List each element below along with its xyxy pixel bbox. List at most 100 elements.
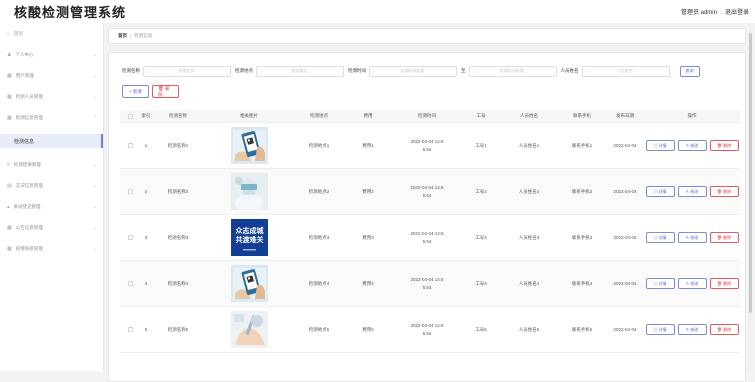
related-image[interactable]: 众志成城 共渡难关 xyxy=(230,219,268,256)
search-placeholder: 检测时间结束 xyxy=(499,68,524,73)
row-checkbox[interactable] xyxy=(127,235,133,240)
breadcrumb-home[interactable]: 首页 xyxy=(118,33,127,39)
sidebar-item-2[interactable]: ▦ 用户管理 ⌄ xyxy=(0,71,103,80)
sidebar-item-1[interactable]: ♟ 个人中心 ⌄ xyxy=(0,50,103,59)
sidebar-item-label: 检测人员管理 xyxy=(15,93,43,99)
edit-button[interactable]: ✎ 修改 xyxy=(677,140,707,151)
detail-button[interactable]: ▤ 详情 xyxy=(645,324,675,335)
related-image[interactable] xyxy=(230,265,268,302)
page-scrollbar[interactable] xyxy=(748,23,753,371)
column-header: 费用 xyxy=(363,113,373,118)
column-header: 索引 xyxy=(141,113,151,118)
batch-delete-button[interactable]: 🗑 删除 xyxy=(152,85,179,98)
cell-fee: 费用1 xyxy=(362,142,374,148)
search-icon: ○ xyxy=(260,68,263,74)
cell-time: 2022-04-04 14:5 5:54 xyxy=(392,230,462,246)
search-icon: ○ xyxy=(472,68,476,74)
app-title: 核酸检测管理系统 xyxy=(14,6,127,21)
search-placeholder: 人员姓名 xyxy=(616,68,633,73)
sidebar-item-label: 公告信息管理 xyxy=(15,224,43,230)
cell-time: 2022-04-04 14:5 5:54 xyxy=(392,184,462,200)
cell-name: 检测名称5 xyxy=(167,326,189,332)
edit-button[interactable]: ✎ 修改 xyxy=(677,232,707,243)
column-header: 工号 xyxy=(476,113,486,118)
query-button[interactable]: 查询 xyxy=(679,65,700,77)
cell-phone: 联系手机4 xyxy=(571,280,593,286)
cell-image xyxy=(204,127,294,164)
search-input[interactable]: ○ 检测地点 xyxy=(256,65,344,77)
search-input[interactable]: ○ 检测时间结束 xyxy=(468,65,557,77)
cell-person: 人员姓名4 xyxy=(518,280,540,286)
delete-button[interactable]: 🗑 删除 xyxy=(709,278,739,289)
content-panel: 检测名称 ○ 检测名称 检测地点 ○ 检测地点 检测时间 ○ 检测时间起始至 ○ 检测时间结束 人员姓… xyxy=(108,52,746,382)
delete-button[interactable]: 🗑 删除 xyxy=(709,232,739,243)
add-button[interactable]: + 新增 xyxy=(122,85,149,98)
sidebar-item-label: 来访登记管理 xyxy=(13,203,41,209)
delete-button[interactable]: 🗑 删除 xyxy=(709,140,739,151)
search-label: 检测地点 xyxy=(235,68,253,73)
sidebar-item-3[interactable]: ▦ 检测人员管理 ⌄ xyxy=(0,92,103,101)
sidebar-item-4[interactable]: ▦ 检测信息管理 ⌃ xyxy=(0,113,103,122)
cell-time: 2022-04-04 14:5 5:54 xyxy=(392,138,462,154)
sidebar-item-9[interactable]: ▦ 疫情防疫管理 ⌄ xyxy=(0,244,103,253)
select-all-checkbox[interactable] xyxy=(127,113,133,119)
sidebar-item-0[interactable]: ⌂ 首页 xyxy=(0,29,103,38)
sidebar-item-label: 个人中心 xyxy=(15,51,34,57)
search-placeholder: 检测名称 xyxy=(178,68,195,73)
row-checkbox[interactable] xyxy=(127,281,133,286)
cell-image xyxy=(204,173,294,210)
column-header: 人员姓名 xyxy=(520,113,538,118)
sidebar-item-8[interactable]: ▦ 公告信息管理 ⌄ xyxy=(0,223,103,232)
cell-employee-no: 工号4 xyxy=(475,280,487,286)
cell-person: 人员姓名1 xyxy=(518,142,540,148)
row-checkbox[interactable] xyxy=(127,189,133,194)
book-icon: ▤ xyxy=(7,182,12,189)
sidebar-subitem-active[interactable]: 检测信息 xyxy=(0,134,103,148)
row-checkbox[interactable] xyxy=(127,143,133,148)
sidebar-item-7[interactable]: ▴ 来访登记管理 ⌄ xyxy=(0,202,103,211)
edit-button[interactable]: ✎ 修改 xyxy=(677,278,707,289)
search-label: 人员姓名 xyxy=(560,68,579,73)
search-input[interactable]: ○ 检测时间起始 xyxy=(369,65,457,77)
logout-link[interactable]: 退出登录 xyxy=(725,7,749,16)
chevron-icon: ⌄ xyxy=(92,161,97,168)
detail-button[interactable]: ▤ 详情 xyxy=(645,140,675,151)
sidebar-item-label: 疫情防疫管理 xyxy=(15,245,43,251)
row-checkbox-cell xyxy=(120,143,140,148)
scrollbar-thumb[interactable] xyxy=(749,33,752,313)
column-header: 发布日期 xyxy=(616,113,634,118)
edit-button[interactable]: ✎ 修改 xyxy=(677,186,707,197)
cell-actions: ▤ 详情 ✎ 修改 🗑 删除 xyxy=(644,324,740,335)
detail-button[interactable]: ▤ 详情 xyxy=(645,278,675,289)
related-image[interactable] xyxy=(230,173,268,210)
table-row: 1 检测名称1 检测地点1 费用1 2022-04-04 14:5 5:54 工号1 人员姓名… xyxy=(120,123,740,169)
search-placeholder: 检测时间起始 xyxy=(400,68,425,73)
cell-time: 2022-04-04 14:5 5:54 xyxy=(392,322,462,338)
row-checkbox[interactable] xyxy=(127,327,133,332)
chart-icon: ▴ xyxy=(7,203,10,210)
delete-button[interactable]: 🗑 删除 xyxy=(709,324,739,335)
delete-button[interactable]: 🗑 删除 xyxy=(709,186,739,197)
related-image[interactable] xyxy=(230,127,268,164)
search-input[interactable]: ○ 检测名称 xyxy=(143,65,231,77)
home-icon: ⌂ xyxy=(7,30,11,37)
cell-place: 检测地点1 xyxy=(308,142,330,148)
chevron-icon: ⌄ xyxy=(92,245,97,252)
cell-person: 人员姓名2 xyxy=(518,188,540,194)
related-image[interactable] xyxy=(230,311,268,348)
cell-actions: ▤ 详情 ✎ 修改 🗑 删除 xyxy=(644,232,740,243)
search-field-2: 检测时间 ○ 检测时间起始 xyxy=(348,65,457,77)
search-icon: ○ xyxy=(147,68,150,74)
time-line-2: 5:54 xyxy=(422,146,432,152)
cell-date: 2022-04-04 xyxy=(613,189,637,194)
row-checkbox-cell xyxy=(120,327,140,332)
search-input[interactable]: ○ 人员姓名 xyxy=(581,65,670,77)
cell-image: 众志成城 共渡难关 xyxy=(204,219,294,256)
detail-button[interactable]: ▤ 详情 xyxy=(645,232,675,243)
edit-button[interactable]: ✎ 修改 xyxy=(677,324,707,335)
cell-employee-no: 工号1 xyxy=(475,142,487,148)
sidebar-item-6[interactable]: ▤ 实况信息管理 ⌄ xyxy=(0,181,103,190)
cell-fee: 费用2 xyxy=(362,188,374,194)
sidebar-item-5[interactable]: ≡ 检测结果管理 ⌄ xyxy=(0,160,103,169)
detail-button[interactable]: ▤ 详情 xyxy=(645,186,675,197)
